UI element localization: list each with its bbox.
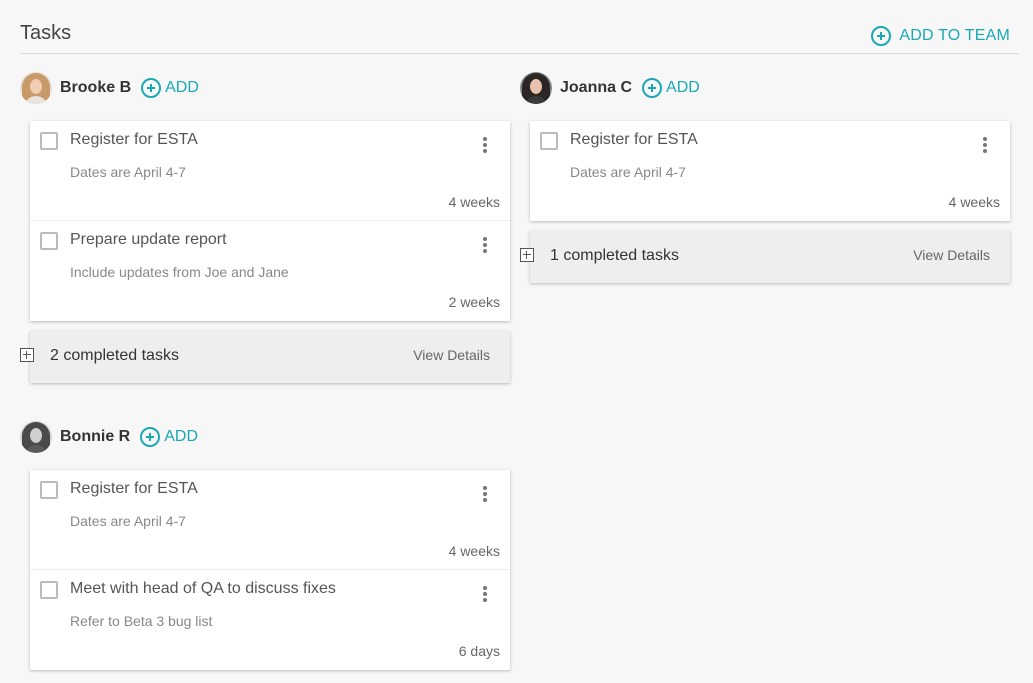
view-details-link[interactable]: View Details <box>913 247 990 263</box>
completed-count: 2 completed tasks <box>50 347 179 364</box>
completed-tasks-bar: 2 completed tasks View Details <box>30 331 510 383</box>
task-item: Meet with head of QA to discuss fixes Re… <box>30 570 510 670</box>
task-checkbox[interactable] <box>40 581 58 599</box>
task-title: Prepare update report <box>70 231 227 248</box>
avatar <box>20 421 52 453</box>
more-vert-icon[interactable] <box>480 486 490 504</box>
task-description: Dates are April 4-7 <box>570 164 686 180</box>
task-checkbox[interactable] <box>40 481 58 499</box>
task-card: Register for ESTA Dates are April 4-7 4 … <box>30 121 510 321</box>
task-due: 2 weeks <box>448 294 500 310</box>
task-card: Register for ESTA Dates are April 4-7 4 … <box>30 470 510 670</box>
avatar <box>20 72 52 104</box>
task-checkbox[interactable] <box>540 132 558 150</box>
task-card: Register for ESTA Dates are April 4-7 4 … <box>530 121 1010 221</box>
person-name: Joanna C <box>560 79 633 96</box>
task-item: Register for ESTA Dates are April 4-7 4 … <box>30 470 510 570</box>
completed-tasks-row: 1 completed tasks View Details <box>520 231 1010 283</box>
more-vert-icon[interactable] <box>480 137 490 155</box>
task-item: Register for ESTA Dates are April 4-7 4 … <box>530 121 1010 221</box>
add-to-team-button[interactable]: ADD TO TEAM <box>871 26 1010 46</box>
add-label: ADD <box>666 79 700 96</box>
task-title: Register for ESTA <box>70 480 198 497</box>
add-task-button[interactable]: ADD <box>642 78 700 98</box>
task-item: Prepare update report Include updates fr… <box>30 221 510 321</box>
person-header: Brooke B ADD <box>20 70 510 106</box>
add-to-team-label: ADD TO TEAM <box>899 27 1010 44</box>
task-checkbox[interactable] <box>40 132 58 150</box>
add-circle-icon <box>871 26 892 46</box>
add-label: ADD <box>164 428 198 445</box>
more-vert-icon[interactable] <box>980 137 990 155</box>
person-section-brooke: Brooke B ADD Register for ESTA Dates are… <box>20 70 510 383</box>
task-due: 6 days <box>458 643 500 659</box>
add-circle-icon <box>642 78 663 98</box>
task-description: Include updates from Joe and Jane <box>70 264 289 280</box>
more-vert-icon[interactable] <box>480 586 490 604</box>
task-item: Register for ESTA Dates are April 4-7 4 … <box>30 121 510 221</box>
expand-icon[interactable] <box>20 348 34 362</box>
add-task-button[interactable]: ADD <box>141 78 199 98</box>
task-title: Meet with head of QA to discuss fixes <box>70 580 336 597</box>
expand-icon[interactable] <box>520 248 534 262</box>
task-due: 4 weeks <box>948 194 1000 210</box>
task-due: 4 weeks <box>448 543 500 559</box>
person-section-bonnie: Bonnie R ADD Register for ESTA Dates are… <box>20 419 510 670</box>
task-description: Dates are April 4-7 <box>70 513 186 529</box>
task-due: 4 weeks <box>448 194 500 210</box>
task-description: Refer to Beta 3 bug list <box>70 613 213 629</box>
person-name: Bonnie R <box>60 428 131 445</box>
person-name: Brooke B <box>60 79 132 96</box>
page-title: Tasks <box>20 22 72 44</box>
view-details-link[interactable]: View Details <box>413 347 490 363</box>
completed-tasks-row: 2 completed tasks View Details <box>20 331 510 383</box>
person-section-joanna: Joanna C ADD Register for ESTA Dates are… <box>520 70 1010 283</box>
avatar <box>520 72 552 104</box>
add-task-button[interactable]: ADD <box>140 427 198 447</box>
task-title: Register for ESTA <box>70 131 198 148</box>
add-circle-icon <box>141 78 162 98</box>
task-checkbox[interactable] <box>40 232 58 250</box>
completed-tasks-bar: 1 completed tasks View Details <box>530 231 1010 283</box>
page-header: Tasks ADD TO TEAM <box>20 20 1019 54</box>
more-vert-icon[interactable] <box>480 237 490 255</box>
task-description: Dates are April 4-7 <box>70 164 186 180</box>
person-header: Bonnie R ADD <box>20 419 510 455</box>
task-title: Register for ESTA <box>570 131 698 148</box>
add-label: ADD <box>165 79 199 96</box>
person-header: Joanna C ADD <box>520 70 1010 106</box>
add-circle-icon <box>140 427 161 447</box>
completed-count: 1 completed tasks <box>550 247 679 264</box>
